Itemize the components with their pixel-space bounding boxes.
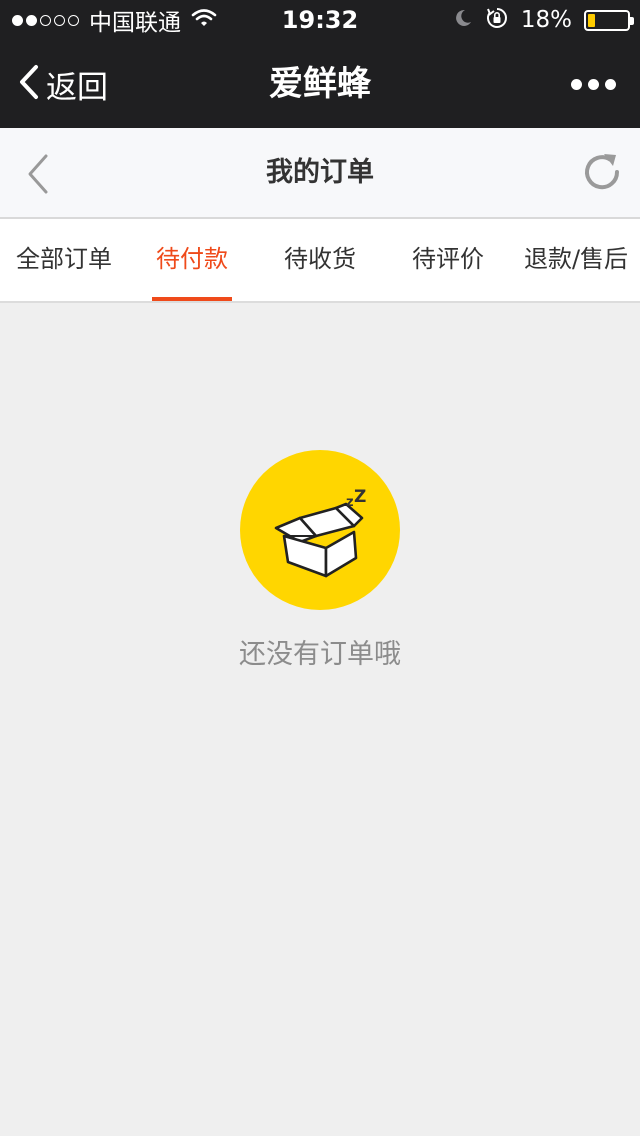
active-tab-indicator <box>152 297 232 301</box>
battery-icon <box>584 9 634 31</box>
svg-text:z: z <box>346 495 354 510</box>
status-bar-right: 18% <box>453 0 634 40</box>
tab-label: 待收货 <box>284 245 356 273</box>
battery-tip <box>630 16 634 25</box>
tab-2[interactable]: 待收货 <box>256 219 384 301</box>
tab-1[interactable]: 待付款 <box>128 219 256 301</box>
tab-0[interactable]: 全部订单 <box>0 219 128 301</box>
moon-icon <box>453 8 473 32</box>
page-title: 我的订单 <box>266 157 374 188</box>
order-status-tabs: 全部订单 待付款 待收货 待评价 退款/售后 <box>0 219 640 303</box>
more-dots-icon[interactable] <box>571 40 616 128</box>
tab-label: 待评价 <box>412 245 484 273</box>
battery-level-fill <box>588 13 595 27</box>
svg-text:Z: Z <box>354 487 366 507</box>
tab-label: 退款/售后 <box>523 245 629 273</box>
page-header: 我的订单 <box>0 128 640 219</box>
empty-state-message: 还没有订单哦 <box>239 639 401 670</box>
app-title: 爱鲜蜂 <box>269 64 371 104</box>
tab-3[interactable]: 待评价 <box>384 219 512 301</box>
tab-4[interactable]: 退款/售后 <box>512 219 640 301</box>
empty-box-icon: z Z <box>240 450 400 610</box>
refresh-icon[interactable] <box>580 150 624 194</box>
rotation-lock-icon <box>485 6 509 34</box>
status-bar: 中国联通 19:32 18% <box>0 0 640 40</box>
battery-percent: 18% <box>520 7 572 33</box>
tab-label: 全部订单 <box>16 245 112 273</box>
navigation-bar: 返回 爱鲜蜂 <box>0 40 640 128</box>
tab-label: 待付款 <box>156 245 228 273</box>
